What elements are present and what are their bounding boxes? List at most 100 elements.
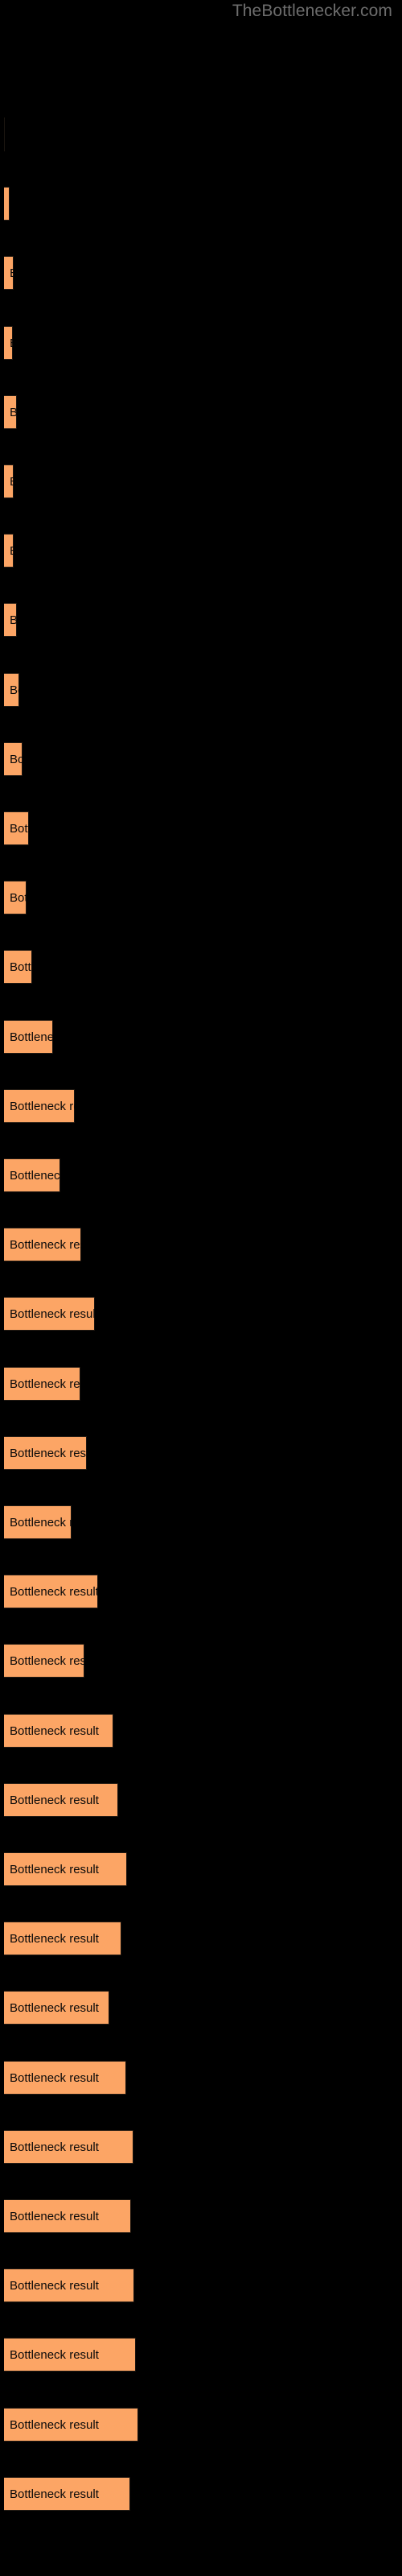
bar-row: Bottleneck result (0, 1644, 402, 1678)
bar-row: Bottleneck result (0, 1228, 402, 1261)
bar[interactable]: Bottleneck result (4, 2477, 130, 2511)
bar[interactable]: Bottleneck result (4, 256, 14, 290)
bar-clip: Bottleneck result (4, 603, 17, 637)
bar-row: Bottleneck result (0, 118, 402, 151)
bar[interactable]: Bottleneck result (4, 1367, 80, 1401)
bar-row: Bottleneck result (0, 1575, 402, 1608)
bar[interactable]: Bottleneck result (4, 2268, 134, 2302)
bar[interactable]: Bottleneck result (4, 673, 19, 707)
bar-row: Bottleneck result (0, 1436, 402, 1470)
bar-label: Bottleneck result (10, 2071, 99, 2085)
bar-row: Bottleneck result (0, 1020, 402, 1054)
bar[interactable]: Bottleneck result (4, 950, 32, 984)
bar[interactable]: Bottleneck result (4, 2408, 138, 2442)
bar-clip: Bottleneck result (4, 395, 17, 429)
bar[interactable]: Bottleneck result (4, 1922, 121, 1955)
bar[interactable]: Bottleneck result (4, 1020, 53, 1054)
bar-clip: Bottleneck result (4, 2061, 126, 2095)
bar[interactable]: Bottleneck result (4, 603, 17, 637)
bar-label: Bottleneck result (10, 1307, 95, 1321)
bar-clip: Bottleneck result (4, 1575, 98, 1608)
bar[interactable]: Bottleneck result (4, 2061, 126, 2095)
bar-label: Bottleneck result (10, 465, 14, 498)
bar-label: Bottleneck result (10, 2418, 99, 2432)
bar[interactable]: Bottleneck result (4, 2199, 131, 2233)
bar-clip: Bottleneck result (4, 326, 13, 360)
bar-row: Bottleneck result (0, 1367, 402, 1401)
bar[interactable]: Bottleneck result (4, 1783, 118, 1817)
bar[interactable]: Bottleneck result (4, 1575, 98, 1608)
bar-label: Bottleneck result (10, 613, 17, 627)
bar-clip: Bottleneck result (4, 464, 14, 498)
bar-label: Bottleneck result (10, 1030, 53, 1044)
bar-clip: Bottleneck result (4, 1852, 127, 1886)
bar-row: Bottleneck result (0, 673, 402, 707)
bar-clip: Bottleneck result (4, 2338, 136, 2372)
bar-row: Bottleneck result (0, 2199, 402, 2233)
bar[interactable]: Bottleneck result (4, 395, 17, 429)
bar-row: Bottleneck result (0, 742, 402, 776)
bar-clip: Bottleneck result (4, 2130, 133, 2164)
bar-row: Bottleneck result (0, 2061, 402, 2095)
bar[interactable]: Bottleneck result (4, 187, 10, 221)
bar-row: Bottleneck result (0, 464, 402, 498)
bar-clip: Bottleneck result (4, 881, 27, 914)
bar-label: Bottleneck result (10, 1169, 60, 1183)
bar-label: Bottleneck result (10, 257, 14, 290)
bar[interactable]: Bottleneck result (4, 2130, 133, 2164)
bar[interactable]: Bottleneck result (4, 1714, 113, 1748)
bar-label: Bottleneck result (10, 1654, 84, 1668)
bar-row: Bottleneck result (0, 534, 402, 568)
bar-row: Bottleneck result (0, 603, 402, 637)
bar-row: Bottleneck result (0, 1297, 402, 1331)
bar[interactable]: Bottleneck result (4, 2338, 136, 2372)
bar[interactable]: Bottleneck result (4, 742, 23, 776)
plot-area: Bottleneck result Bottleneck result Bottle… (0, 0, 402, 2576)
bar[interactable]: Bottleneck result (4, 534, 14, 568)
bar-label: Bottleneck result (10, 1377, 80, 1391)
bar-row: Bottleneck result (0, 2338, 402, 2372)
bar-clip: Bottleneck result (4, 1991, 109, 2025)
bar-clip: Bottleneck result (4, 1783, 118, 1817)
bar-label: Bottleneck result (10, 960, 32, 974)
bar[interactable]: Bottleneck result (4, 1852, 127, 1886)
bar-clip: Bottleneck result (4, 673, 19, 707)
bar[interactable]: Bottleneck result (4, 464, 14, 498)
bar-label: Bottleneck result (10, 1585, 98, 1599)
bar[interactable]: Bottleneck result (4, 1158, 60, 1192)
bar[interactable]: Bottleneck result (4, 118, 5, 151)
bar[interactable]: Bottleneck result (4, 1228, 81, 1261)
bar-label: Bottleneck result (10, 2140, 99, 2154)
bar[interactable]: Bottleneck result (4, 1991, 109, 2025)
bar-clip: Bottleneck result (4, 1505, 72, 1539)
bar[interactable]: Bottleneck result (4, 1297, 95, 1331)
bar-row: Bottleneck result (0, 256, 402, 290)
bar[interactable]: Bottleneck result (4, 881, 27, 914)
bar-label: Bottleneck result (10, 2210, 99, 2223)
bar-label: Bottleneck result (10, 1724, 99, 1738)
bar-row: Bottleneck result (0, 1991, 402, 2025)
bar-clip: Bottleneck result (4, 742, 23, 776)
bar[interactable]: Bottleneck result (4, 811, 29, 845)
bar-clip: Bottleneck result (4, 2199, 131, 2233)
bar-clip: Bottleneck result (4, 1436, 87, 1470)
bar-row: Bottleneck result (0, 881, 402, 914)
bar-label: Bottleneck result (10, 1932, 99, 1946)
bar-label: Bottleneck result (10, 1516, 72, 1530)
bar[interactable]: Bottleneck result (4, 1436, 87, 1470)
bar[interactable]: Bottleneck result (4, 1089, 75, 1123)
bar-clip: Bottleneck result (4, 811, 29, 845)
bar-row: Bottleneck result (0, 187, 402, 221)
bar[interactable]: Bottleneck result (4, 1505, 72, 1539)
bar-clip: Bottleneck result (4, 1297, 95, 1331)
bar-label: Bottleneck result (10, 753, 23, 766)
bar-clip: Bottleneck result (4, 534, 14, 568)
bar-clip: Bottleneck result (4, 1228, 81, 1261)
bar[interactable]: Bottleneck result (4, 1644, 84, 1678)
bar-label: Bottleneck result (10, 1863, 99, 1876)
bar-label: Bottleneck result (10, 2279, 99, 2293)
bar-row: Bottleneck result (0, 950, 402, 984)
bar[interactable]: Bottleneck result (4, 326, 13, 360)
bar-label: Bottleneck result (10, 2001, 99, 2015)
bar-row: Bottleneck result (0, 1922, 402, 1955)
